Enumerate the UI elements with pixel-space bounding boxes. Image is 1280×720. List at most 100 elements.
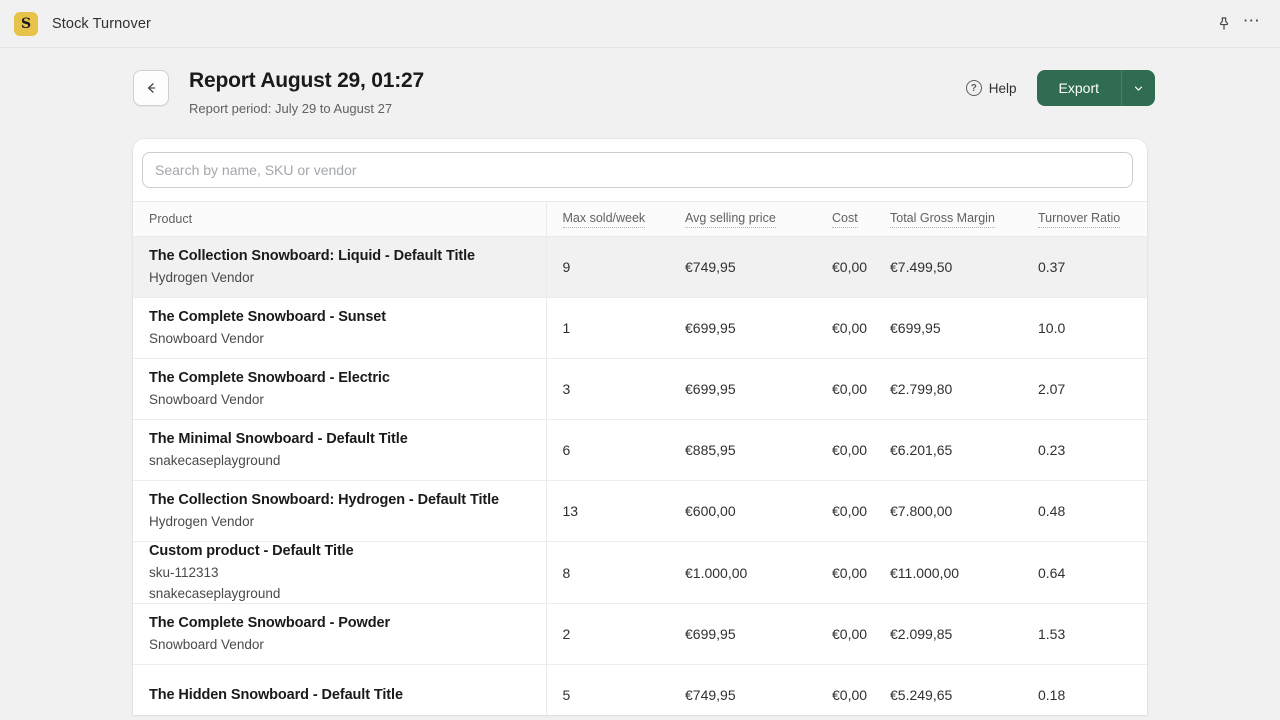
page-body: Report August 29, 01:27 Report period: J… — [0, 48, 1280, 720]
column-header-product[interactable]: Product — [133, 201, 547, 237]
cell-max-sold: 6 — [562, 442, 571, 458]
product-title: The Complete Snowboard - Sunset — [149, 309, 386, 325]
cell-margin: €2.799,80 — [890, 381, 953, 397]
cell-avg-price: €749,95 — [669, 236, 816, 298]
table-row[interactable]: The Minimal Snowboard - Default Title sna… — [133, 419, 1147, 481]
cell-max-sold: 8 — [562, 564, 571, 581]
product-vendor: Hydrogen Vendor — [149, 514, 255, 529]
cell-margin: €5.249,65 — [890, 687, 953, 703]
cell-product: The Collection Snowboard: Liquid - Defau… — [133, 236, 547, 298]
cell-max-sold: 3 — [562, 381, 571, 397]
cell-turnover-ratio: 0.18 — [1038, 687, 1066, 703]
report-period-subtitle: Report period: July 29 to August 27 — [189, 101, 393, 116]
title-block: Report August 29, 01:27 Report period: J… — [189, 68, 424, 117]
search-input[interactable] — [142, 152, 1133, 188]
cell-cost: €0,00 — [832, 320, 868, 336]
product-vendor: Snowboard Vendor — [149, 331, 264, 346]
cell-avg-price: €1.000,00 — [685, 564, 748, 581]
more-horizontal-icon[interactable]: ⋯ — [1238, 10, 1266, 38]
cell-cost: €0,00 — [816, 236, 874, 298]
question-mark-icon: ? — [965, 80, 982, 96]
table-row[interactable]: The Complete Snowboard - Powder Snowboard… — [133, 603, 1147, 665]
product-vendor: snakecaseplayground — [149, 453, 281, 468]
table-row[interactable]: The Hidden Snowboard - Default Title 5 €74… — [133, 664, 1147, 715]
export-button[interactable]: Export — [1036, 70, 1121, 106]
app-logo-icon: S — [14, 11, 38, 36]
table-row[interactable]: The Collection Snowboard: Hydrogen - Def… — [133, 480, 1147, 542]
cell-max-sold: 1 — [562, 320, 571, 336]
table-row[interactable]: The Collection Snowboard: Liquid - Defau… — [133, 236, 1147, 298]
table-scroll-region[interactable]: Product Max sold/week Avg selling price … — [133, 201, 1147, 715]
cell-margin: €7.800,00 — [890, 503, 953, 519]
help-button[interactable]: ? Help — [965, 80, 1017, 96]
cell-avg-price: €699,95 — [685, 320, 736, 336]
export-button-group: Export — [1036, 70, 1155, 106]
product-title: The Complete Snowboard - Electric — [149, 370, 390, 386]
product-title: Custom product - Default Title — [149, 543, 354, 559]
cell-margin: €7.499,50 — [874, 236, 1022, 298]
cell-turnover-ratio: 0.64 — [1038, 564, 1066, 581]
cell-max-sold: 5 — [562, 687, 571, 703]
chevron-down-icon — [1134, 86, 1143, 91]
table-header: Product Max sold/week Avg selling price … — [133, 201, 1147, 237]
cell-turnover-ratio: 1.53 — [1038, 626, 1066, 642]
column-header-turnover-ratio-label: Turnover Ratio — [1038, 211, 1121, 228]
help-label: Help — [988, 80, 1017, 96]
cell-avg-price: €699,95 — [685, 626, 736, 642]
cell-product: The Complete Snowboard - Powder Snowboard… — [133, 603, 547, 665]
search-bar — [133, 139, 1147, 201]
cell-avg-price: €749,95 — [685, 687, 736, 703]
cell-margin: €11.000,00 — [890, 564, 960, 581]
cell-turnover-ratio: 2.07 — [1038, 381, 1066, 397]
product-title: The Complete Snowboard - Powder — [149, 615, 391, 631]
cell-margin: €2.099,85 — [890, 626, 953, 642]
table-row[interactable]: The Complete Snowboard - Electric Snowboa… — [133, 358, 1147, 420]
header-actions: ? Help Export — [965, 68, 1155, 106]
cell-product: The Complete Snowboard - Electric Snowboa… — [133, 358, 547, 420]
cell-product: The Hidden Snowboard - Default Title — [133, 664, 547, 715]
column-header-max-sold-label: Max sold/week — [562, 211, 646, 228]
product-title: The Collection Snowboard: Hydrogen - Def… — [149, 492, 499, 508]
cell-avg-price: €600,00 — [685, 503, 736, 519]
cell-cost: €0,00 — [832, 503, 868, 519]
pin-icon[interactable] — [1210, 10, 1238, 38]
cell-cost: €0,00 — [832, 381, 868, 397]
table-header-row: Product Max sold/week Avg selling price … — [133, 201, 1147, 237]
table-row[interactable]: Custom product - Default Title sku-112313… — [133, 541, 1147, 604]
cell-turnover-ratio: 0.48 — [1038, 503, 1066, 519]
cell-max-sold: 9 — [546, 236, 669, 298]
cell-cost: €0,00 — [832, 564, 868, 581]
table-row[interactable]: The Complete Snowboard - Sunset Snowboard… — [133, 297, 1147, 359]
column-header-margin[interactable]: Total Gross Margin — [874, 201, 1022, 237]
column-header-turnover-ratio[interactable]: Turnover Ratio — [1022, 201, 1147, 237]
product-vendor: snakecaseplayground — [149, 586, 281, 601]
cell-product: Custom product - Default Title sku-112313… — [133, 541, 547, 604]
column-header-cost[interactable]: Cost — [816, 201, 874, 237]
table-body: The Collection Snowboard: Liquid - Defau… — [133, 236, 1147, 715]
column-header-margin-label: Total Gross Margin — [890, 211, 995, 228]
product-title: The Hidden Snowboard - Default Title — [149, 686, 403, 703]
product-vendor: Snowboard Vendor — [149, 637, 264, 652]
column-header-avg-price-label: Avg selling price — [685, 211, 776, 228]
cell-margin: €699,95 — [890, 320, 941, 336]
report-card: Product Max sold/week Avg selling price … — [133, 139, 1147, 715]
cell-cost: €0,00 — [832, 687, 868, 703]
column-header-avg-price[interactable]: Avg selling price — [669, 201, 816, 237]
page-header: Report August 29, 01:27 Report period: J… — [0, 48, 1280, 117]
cell-max-sold: 13 — [562, 503, 579, 519]
product-vendor: Hydrogen Vendor — [149, 270, 255, 285]
product-title: The Collection Snowboard: Liquid - Defau… — [149, 248, 476, 264]
cell-product: The Collection Snowboard: Hydrogen - Def… — [133, 480, 547, 542]
product-vendor: Snowboard Vendor — [149, 392, 264, 407]
page-title: Report August 29, 01:27 — [189, 69, 425, 92]
back-button[interactable] — [133, 70, 169, 106]
product-title: The Minimal Snowboard - Default Title — [149, 431, 408, 447]
cell-turnover-ratio: 10.0 — [1038, 320, 1066, 336]
app-bar: S Stock Turnover ⋯ — [0, 0, 1280, 48]
column-header-max-sold[interactable]: Max sold/week — [546, 201, 669, 237]
app-title: Stock Turnover — [52, 15, 151, 32]
column-header-product-label: Product — [149, 212, 193, 226]
cell-product: The Minimal Snowboard - Default Title sna… — [133, 419, 547, 481]
cell-turnover-ratio: 0.23 — [1038, 442, 1066, 458]
export-dropdown-button[interactable] — [1121, 70, 1155, 106]
